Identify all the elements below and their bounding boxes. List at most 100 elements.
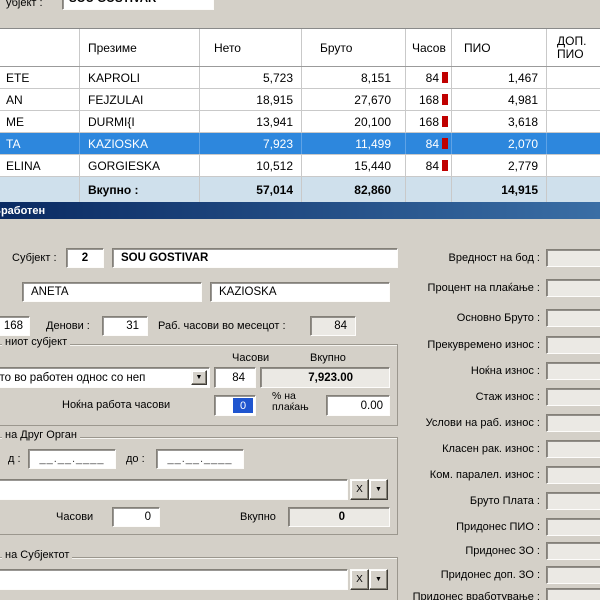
- work-relation-combobox[interactable]: нато во работен однос со неп ▼: [0, 367, 210, 388]
- other-total-label: Вкупно: [240, 511, 276, 523]
- cropped-hours-field[interactable]: 168: [0, 316, 30, 336]
- right-panel-field[interactable]: [546, 249, 600, 267]
- other-hours-field[interactable]: 0: [112, 507, 160, 527]
- night-hours-field[interactable]: 0: [214, 395, 256, 416]
- cell-pio: 4,981: [452, 89, 547, 110]
- right-panel-label: Ноќна износ :: [471, 365, 540, 377]
- header-neto[interactable]: Нето: [200, 29, 302, 66]
- table-row[interactable]: ETE KAPROLI 5,723 8,151 84 1,467: [0, 67, 600, 89]
- work-hours-field[interactable]: 84: [214, 367, 256, 388]
- total-hours: [406, 177, 452, 202]
- right-panel-field[interactable]: [546, 588, 600, 600]
- cell-hours: 84: [406, 67, 452, 88]
- cell-surname: KAPROLI: [80, 67, 200, 88]
- payroll-app-window: убјект : SOU GOSTIVAR Презиме Нето Бруто…: [0, 0, 600, 600]
- right-panel-field[interactable]: [546, 414, 600, 432]
- last-name-field[interactable]: KAZIOSKA: [210, 282, 390, 302]
- cell-hours: 84: [406, 133, 452, 154]
- cell-surname: FEJZULAI: [80, 89, 200, 110]
- month-hours-field[interactable]: 84: [310, 316, 356, 336]
- right-panel-field[interactable]: [546, 309, 600, 327]
- right-panel-label: Основно Бруто :: [457, 312, 540, 324]
- cell-pio: 2,779: [452, 155, 547, 176]
- header-surname[interactable]: Презиме: [80, 29, 200, 66]
- cell-name: ME: [0, 111, 80, 132]
- right-panel-field[interactable]: [546, 388, 600, 406]
- hours-value: 84: [426, 137, 439, 151]
- hours-value: 84: [426, 159, 439, 173]
- right-panel-label: Придонес доп. ЗО :: [441, 569, 540, 581]
- right-panel-field[interactable]: [546, 492, 600, 510]
- days-field[interactable]: 31: [102, 316, 148, 336]
- cell-name: ELINA: [0, 155, 80, 176]
- red-flag-icon: [442, 94, 448, 105]
- right-panel-field[interactable]: [546, 518, 600, 536]
- night-pct-field[interactable]: 0.00: [326, 395, 390, 416]
- right-panel-label: Услови на раб. износ :: [426, 417, 540, 429]
- header-pio[interactable]: ПИО: [452, 29, 547, 66]
- clear-button[interactable]: X: [350, 479, 369, 500]
- date-from-field[interactable]: __.__.____: [28, 449, 116, 469]
- employee-window-titlebar: Вработен: [0, 202, 600, 219]
- cell-neto: 10,512: [200, 155, 302, 176]
- total-bruto: 82,860: [302, 177, 406, 202]
- other-total-field[interactable]: 0: [288, 507, 390, 527]
- header-bruto[interactable]: Бруто: [302, 29, 406, 66]
- cell-bruto: 11,499: [302, 133, 406, 154]
- total-empty: [0, 177, 80, 202]
- right-panel-field[interactable]: [546, 362, 600, 380]
- top-subject-field[interactable]: SOU GOSTIVAR: [62, 0, 214, 10]
- right-panel-label: Ком. паралел. износ :: [430, 469, 540, 481]
- date-to-field[interactable]: __.__.____: [156, 449, 244, 469]
- right-panel-label: Класен рак. износ :: [442, 443, 540, 455]
- total-dop: [547, 177, 600, 202]
- days-label: Денови :: [46, 320, 90, 332]
- right-panel-field[interactable]: [546, 279, 600, 297]
- other-organ-combobox[interactable]: [0, 479, 348, 500]
- chevron-down-icon[interactable]: ▼: [191, 370, 207, 385]
- right-panel-label: Процент на плаќање :: [428, 282, 540, 294]
- table-row[interactable]: ME DURMI{I 13,941 20,100 168 3,618: [0, 111, 600, 133]
- red-flag-icon: [442, 72, 448, 83]
- at-subject-combobox[interactable]: [0, 569, 348, 590]
- right-panel-field[interactable]: [546, 336, 600, 354]
- table-row-selected[interactable]: TA KAZIOSKA 7,923 11,499 84 2,070: [0, 133, 600, 155]
- right-panel-field[interactable]: [546, 466, 600, 484]
- night-work-label: Ноќна работа часови: [62, 399, 170, 411]
- red-flag-icon: [442, 160, 448, 171]
- right-panel-field[interactable]: [546, 440, 600, 458]
- right-panel-label: Бруто Плата :: [470, 495, 540, 507]
- cell-bruto: 27,670: [302, 89, 406, 110]
- top-subject-label: убјект :: [6, 0, 43, 9]
- hours-value: 168: [419, 93, 439, 107]
- table-header-row: Презиме Нето Бруто Часов ПИО ДОП. ПИО: [0, 29, 600, 67]
- cell-bruto: 15,440: [302, 155, 406, 176]
- date-to-label: до :: [126, 453, 145, 465]
- table-row[interactable]: ELINA GORGIESKA 10,512 15,440 84 2,779: [0, 155, 600, 177]
- red-flag-icon: [442, 138, 448, 149]
- cell-bruto: 8,151: [302, 67, 406, 88]
- right-panel-field[interactable]: [546, 566, 600, 584]
- chevron-down-icon[interactable]: ▼: [369, 479, 388, 500]
- subject-number-field[interactable]: 2: [66, 248, 104, 268]
- cell-neto: 13,941: [200, 111, 302, 132]
- right-panel-label: Придонес ЗО :: [465, 545, 540, 557]
- work-relation-value: нато во работен однос со неп: [0, 372, 145, 384]
- cell-neto: 5,723: [200, 67, 302, 88]
- subject-name-field[interactable]: SOU GOSTIVAR: [112, 248, 398, 268]
- header-name: [0, 29, 80, 66]
- cell-dop-pio: [547, 89, 600, 110]
- total-pio: 14,915: [452, 177, 547, 202]
- work-total-field[interactable]: 7,923.00: [260, 367, 390, 388]
- first-name-field[interactable]: ANETA: [22, 282, 202, 302]
- right-panel-field[interactable]: [546, 542, 600, 560]
- header-hours[interactable]: Часов: [406, 29, 452, 66]
- clear-button[interactable]: X: [350, 569, 369, 590]
- header-dop-pio[interactable]: ДОП. ПИО: [547, 29, 600, 66]
- table-row[interactable]: AN FEJZULAI 18,915 27,670 168 4,981: [0, 89, 600, 111]
- cell-name: TA: [0, 133, 80, 154]
- cell-pio: 2,070: [452, 133, 547, 154]
- cell-dop-pio: [547, 111, 600, 132]
- cell-dop-pio: [547, 67, 600, 88]
- chevron-down-icon[interactable]: ▼: [369, 569, 388, 590]
